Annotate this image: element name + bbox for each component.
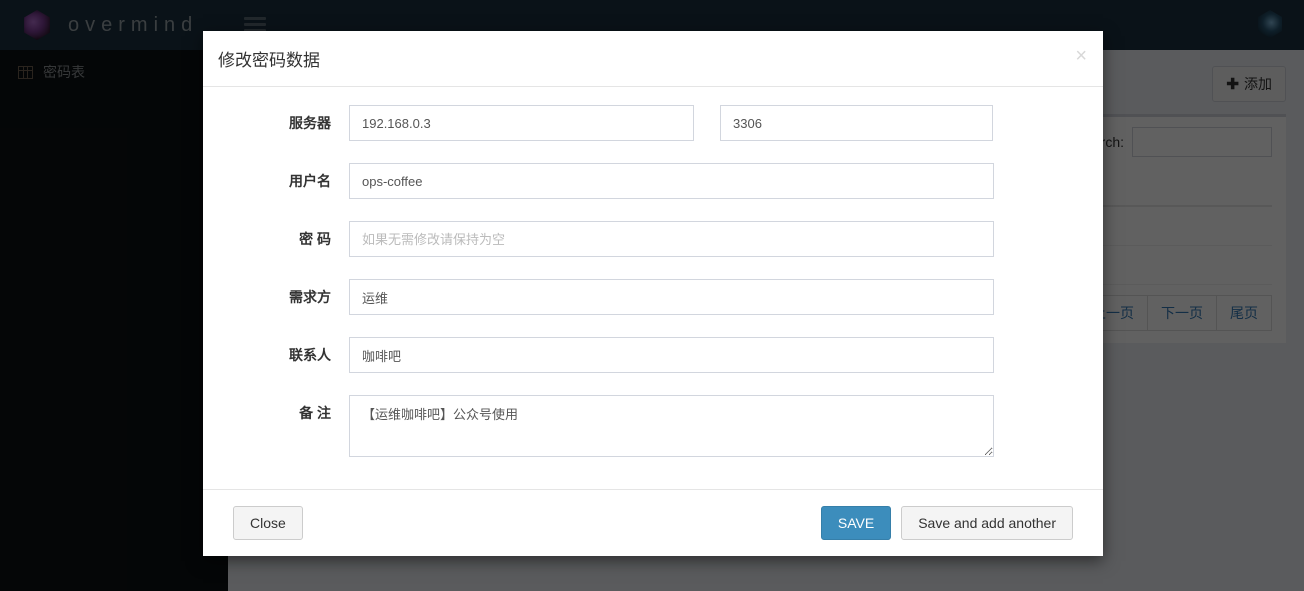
app-root: overmind 密码表 ✚ 添加 <box>0 0 1304 591</box>
port-input[interactable] <box>720 105 993 141</box>
modal-title: 修改密码数据 <box>218 46 320 71</box>
edit-password-modal: 修改密码数据 × 服务器 用户名 密 码 需求方 联系人 <box>203 31 1103 556</box>
username-input[interactable] <box>349 163 994 199</box>
form-row-contact: 联系人 <box>203 337 1103 373</box>
label-server: 服务器 <box>203 105 349 141</box>
form-row-server: 服务器 <box>203 105 1103 141</box>
form-row-requester: 需求方 <box>203 279 1103 315</box>
password-input[interactable] <box>349 221 994 257</box>
save-button[interactable]: SAVE <box>821 506 891 540</box>
modal-header: 修改密码数据 × <box>203 31 1103 87</box>
requester-input[interactable] <box>349 279 994 315</box>
label-username: 用户名 <box>203 163 349 199</box>
form-row-password: 密 码 <box>203 221 1103 257</box>
modal-body: 服务器 用户名 密 码 需求方 联系人 备 注 <box>203 87 1103 489</box>
label-requester: 需求方 <box>203 279 349 315</box>
server-input[interactable] <box>349 105 694 141</box>
label-remark: 备 注 <box>203 395 349 431</box>
save-and-add-another-button[interactable]: Save and add another <box>901 506 1073 540</box>
contact-input[interactable] <box>349 337 994 373</box>
form-row-remark: 备 注 【运维咖啡吧】公众号使用 <box>203 395 1103 457</box>
close-x-icon[interactable]: × <box>1075 46 1087 66</box>
label-contact: 联系人 <box>203 337 349 373</box>
form-row-username: 用户名 <box>203 163 1103 199</box>
footer-actions: SAVE Save and add another <box>821 506 1073 540</box>
remark-textarea[interactable]: 【运维咖啡吧】公众号使用 <box>349 395 994 457</box>
modal-footer: Close SAVE Save and add another <box>203 489 1103 556</box>
close-button[interactable]: Close <box>233 506 303 540</box>
label-password: 密 码 <box>203 221 349 257</box>
